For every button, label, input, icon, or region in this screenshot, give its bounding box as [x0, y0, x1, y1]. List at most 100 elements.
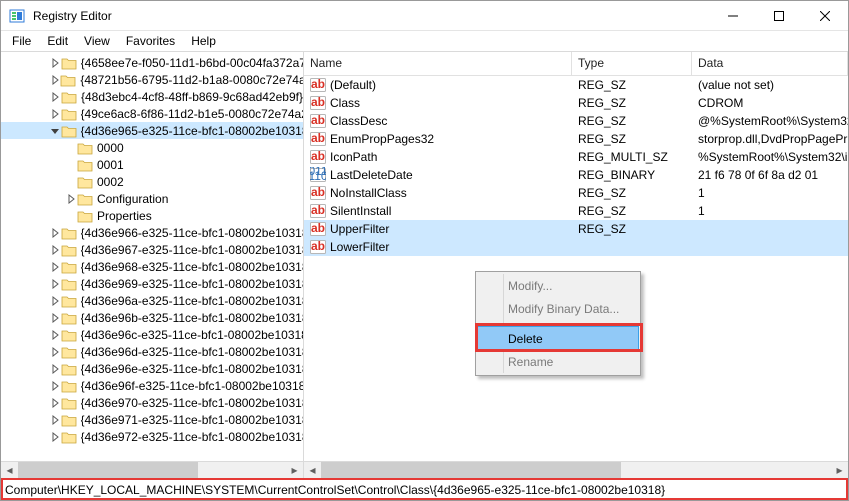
list-row[interactable]: ClassREG_SZCDROM — [304, 94, 848, 112]
tree-item[interactable]: {4d36e96c-e325-11ce-bfc1-08002be10318} — [1, 326, 303, 343]
chevron-right-icon[interactable] — [49, 313, 61, 323]
list-row[interactable]: ClassDescREG_SZ@%SystemRoot%\System32\..… — [304, 112, 848, 130]
list-row[interactable]: LowerFilter — [304, 238, 848, 256]
menu-view[interactable]: View — [77, 33, 117, 49]
value-name: EnumPropPages32 — [330, 132, 434, 146]
tree-item-label: {4d36e965-e325-11ce-bfc1-08002be10318} — [81, 124, 303, 138]
tree-item[interactable]: {4d36e967-e325-11ce-bfc1-08002be10318} — [1, 241, 303, 258]
context-menu-delete[interactable]: Delete — [478, 327, 638, 350]
string-value-icon — [310, 113, 326, 129]
tree-item[interactable]: {49ce6ac8-6f86-11d2-b1e5-0080c72e74a2} — [1, 105, 303, 122]
list-row[interactable]: LastDeleteDateREG_BINARY21 f6 78 0f 6f 8… — [304, 166, 848, 184]
value-type: REG_SZ — [572, 114, 692, 128]
chevron-right-icon[interactable] — [65, 194, 77, 204]
value-name: LowerFilter — [330, 240, 389, 254]
list-row[interactable]: UpperFilterREG_SZ — [304, 220, 848, 238]
value-type: REG_BINARY — [572, 168, 692, 182]
value-data: %SystemRoot%\System32\i — [692, 150, 848, 164]
close-button[interactable] — [802, 1, 848, 31]
app-icon — [9, 8, 25, 24]
list-row[interactable]: IconPathREG_MULTI_SZ%SystemRoot%\System3… — [304, 148, 848, 166]
list-body[interactable]: (Default)REG_SZ(value not set)ClassREG_S… — [304, 76, 848, 461]
scroll-left-icon[interactable]: ◂ — [1, 462, 18, 479]
scroll-right-icon[interactable]: ▸ — [286, 462, 303, 479]
list-row[interactable]: SilentInstallREG_SZ1 — [304, 202, 848, 220]
value-type: REG_SZ — [572, 78, 692, 92]
chevron-right-icon[interactable] — [49, 58, 61, 68]
scroll-left-icon[interactable]: ◂ — [304, 462, 321, 479]
tree-item[interactable]: {4d36e966-e325-11ce-bfc1-08002be10318} — [1, 224, 303, 241]
scroll-thumb[interactable] — [321, 462, 621, 479]
chevron-right-icon[interactable] — [49, 330, 61, 340]
chevron-right-icon[interactable] — [49, 75, 60, 85]
chevron-right-icon[interactable] — [49, 398, 61, 408]
list-row[interactable]: NoInstallClassREG_SZ1 — [304, 184, 848, 202]
tree-item[interactable]: Properties — [1, 207, 303, 224]
value-data: storprop.dll,DvdPropPagePr — [692, 132, 848, 146]
list-row[interactable]: EnumPropPages32 REG_SZstorprop.dll,DvdPro… — [304, 130, 848, 148]
chevron-right-icon[interactable] — [49, 296, 61, 306]
tree-item[interactable]: {4d36e96f-e325-11ce-bfc1-08002be10318} — [1, 377, 303, 394]
chevron-right-icon[interactable] — [49, 228, 61, 238]
tree-item[interactable]: 0000 — [1, 139, 303, 156]
column-header-data[interactable]: Data — [692, 52, 848, 75]
folder-icon — [61, 260, 77, 274]
chevron-right-icon[interactable] — [49, 432, 61, 442]
scroll-right-icon[interactable]: ▸ — [831, 462, 848, 479]
tree-item[interactable]: {4d36e969-e325-11ce-bfc1-08002be10318} — [1, 275, 303, 292]
tree-item[interactable]: {4d36e96b-e325-11ce-bfc1-08002be10318} — [1, 309, 303, 326]
list-hscrollbar[interactable]: ◂ ▸ — [304, 461, 848, 478]
chevron-right-icon[interactable] — [49, 245, 61, 255]
context-menu-modify: Modify... — [478, 274, 638, 297]
menu-favorites[interactable]: Favorites — [119, 33, 182, 49]
context-menu-separator — [506, 323, 637, 324]
tree-item[interactable]: {48721b56-6795-11d2-b1a8-0080c72e74a2} — [1, 71, 303, 88]
tree-item[interactable]: 0001 — [1, 156, 303, 173]
tree-item[interactable]: Configuration — [1, 190, 303, 207]
chevron-right-icon[interactable] — [49, 262, 61, 272]
tree-item[interactable]: {4658ee7e-f050-11d1-b6bd-00c04fa372a7} — [1, 54, 303, 71]
tree-item[interactable]: {4d36e970-e325-11ce-bfc1-08002be10318} — [1, 394, 303, 411]
tree-item[interactable]: {4d36e968-e325-11ce-bfc1-08002be10318} — [1, 258, 303, 275]
context-menu: Modify...Modify Binary Data...DeleteRena… — [475, 271, 641, 376]
minimize-button[interactable] — [710, 1, 756, 31]
chevron-right-icon[interactable] — [49, 109, 61, 119]
tree-item-label: {48d3ebc4-4cf8-48ff-b869-9c68ad42eb9f} — [81, 90, 303, 104]
column-header-type[interactable]: Type — [572, 52, 692, 75]
chevron-right-icon[interactable] — [49, 364, 61, 374]
tree-item[interactable]: {4d36e972-e325-11ce-bfc1-08002be10318} — [1, 428, 303, 445]
string-value-icon — [310, 95, 326, 111]
folder-icon — [61, 413, 77, 427]
menu-file[interactable]: File — [5, 33, 38, 49]
menu-help[interactable]: Help — [184, 33, 223, 49]
maximize-button[interactable] — [756, 1, 802, 31]
list-row[interactable]: (Default)REG_SZ(value not set) — [304, 76, 848, 94]
tree-item[interactable]: {48d3ebc4-4cf8-48ff-b869-9c68ad42eb9f} — [1, 88, 303, 105]
folder-icon — [61, 56, 77, 70]
value-type: REG_SZ — [572, 204, 692, 218]
menu-edit[interactable]: Edit — [40, 33, 75, 49]
chevron-right-icon[interactable] — [49, 347, 61, 357]
column-header-name[interactable]: Name — [304, 52, 572, 75]
tree-item[interactable]: {4d36e96e-e325-11ce-bfc1-08002be10318} — [1, 360, 303, 377]
folder-icon — [61, 90, 77, 104]
value-type: REG_SZ — [572, 132, 692, 146]
tree-item-label: 0000 — [97, 141, 124, 155]
chevron-right-icon[interactable] — [49, 415, 61, 425]
scroll-track[interactable] — [321, 462, 831, 479]
tree-item[interactable]: {4d36e96d-e325-11ce-bfc1-08002be10318} — [1, 343, 303, 360]
tree-body[interactable]: {4658ee7e-f050-11d1-b6bd-00c04fa372a7}{4… — [1, 52, 303, 461]
chevron-right-icon[interactable] — [49, 92, 61, 102]
chevron-right-icon[interactable] — [49, 381, 61, 391]
scroll-thumb[interactable] — [18, 462, 198, 479]
folder-icon — [77, 192, 93, 206]
tree-item-label: {4d36e96a-e325-11ce-bfc1-08002be10318} — [81, 294, 303, 308]
tree-hscrollbar[interactable]: ◂ ▸ — [1, 461, 303, 478]
tree-item[interactable]: {4d36e96a-e325-11ce-bfc1-08002be10318} — [1, 292, 303, 309]
chevron-down-icon[interactable] — [49, 126, 61, 136]
scroll-track[interactable] — [18, 462, 286, 479]
chevron-right-icon[interactable] — [49, 279, 61, 289]
tree-item[interactable]: 0002 — [1, 173, 303, 190]
tree-item[interactable]: {4d36e965-e325-11ce-bfc1-08002be10318} — [1, 122, 303, 139]
tree-item[interactable]: {4d36e971-e325-11ce-bfc1-08002be10318} — [1, 411, 303, 428]
